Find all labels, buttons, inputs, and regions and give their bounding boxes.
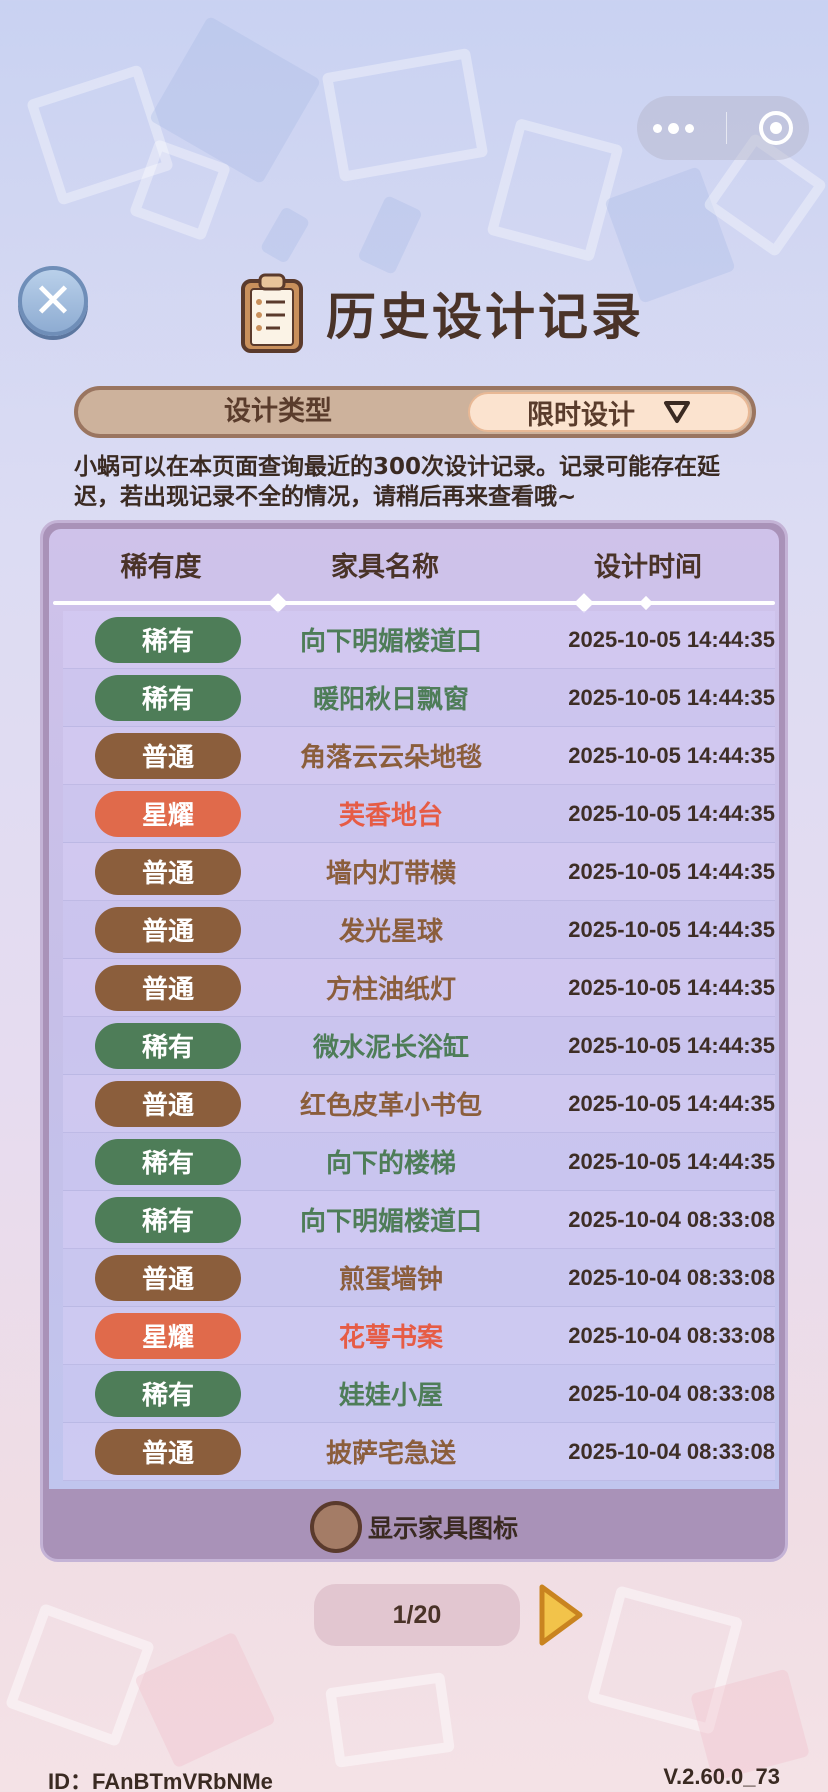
next-arrow-icon[interactable] [536,1582,586,1648]
furniture-name: 向下明媚楼道口 [299,627,482,657]
table-row: 稀有 向下的楼梯 2025-10-05 14:44:35 [63,1133,775,1191]
furniture-name: 煎蛋墙钟 [338,1265,443,1295]
furniture-name: 向下的楼梯 [325,1149,456,1179]
furniture-name: 方柱油纸灯 [325,975,456,1005]
design-time: 2025-10-05 14:44:35 [568,1148,775,1174]
rarity-badge: 星耀 [95,790,241,837]
furniture-name: 墙内灯带横 [325,859,456,889]
header-rarity: 稀有度 [120,551,202,583]
close-button[interactable]: ✕ [18,266,88,336]
furniture-name: 发光星球 [338,917,443,947]
design-time: 2025-10-05 14:44:35 [568,626,775,652]
rarity-badge: 稀有 [95,1022,241,1069]
rarity-badge: 普通 [95,848,241,895]
furniture-name: 暖阳秋日飘窗 [312,685,469,715]
notice-text: 小蜗可以在本页面查询最近的300次设计记录。记录可能存在延迟，若出现记录不全的情… [74,454,721,510]
rarity-badge: 稀有 [95,1196,241,1243]
rarity-badge: 稀有 [95,1370,241,1417]
header-name: 家具名称 [331,551,439,583]
table-row: 普通 墙内灯带横 2025-10-05 14:44:35 [63,843,775,901]
rarity-badge: 稀有 [95,1138,241,1185]
design-time: 2025-10-04 08:33:08 [568,1438,775,1464]
design-time: 2025-10-05 14:44:35 [568,858,775,884]
dropdown-triangle-icon [664,401,690,423]
design-time: 2025-10-04 08:33:08 [568,1380,775,1406]
background-decoration [357,194,423,276]
mini-program-capsule [637,96,809,160]
background-decoration [4,1602,156,1748]
table-row: 稀有 娃娃小屋 2025-10-04 08:33:08 [63,1365,775,1423]
design-time: 2025-10-05 14:44:35 [568,684,775,710]
design-time: 2025-10-04 08:33:08 [568,1264,775,1290]
page-header: 历史设计记录 [240,272,644,354]
header-divider [53,601,775,605]
rarity-badge: 普通 [95,906,241,953]
rarity-badge: 普通 [95,964,241,1011]
page-indicator: 1/20 [314,1584,520,1646]
furniture-name: 花萼书案 [338,1323,443,1353]
background-decoration [325,1672,455,1768]
background-decoration [486,117,624,263]
design-type-selector: 设计类型 限时设计 [74,386,756,438]
rarity-badge: 普通 [95,1428,241,1475]
design-time: 2025-10-05 14:44:35 [568,1090,775,1116]
show-icons-label: 显示家具图标 [367,1514,518,1543]
design-type-label: 设计类型 [224,396,332,427]
records-panel: 稀有度 家具名称 设计时间 稀有 向下明媚楼道口 2025-10-05 14:44:… [40,520,788,1562]
table-row: 普通 披萨宅急送 2025-10-04 08:33:08 [63,1423,775,1481]
design-time: 2025-10-05 14:44:35 [568,1032,775,1058]
table-header: 稀有度 家具名称 设计时间 [49,529,779,599]
table-body: 稀有 向下明媚楼道口 2025-10-05 14:44:35 稀有 暖阳秋日飘窗 2025… [63,611,775,1481]
header-time: 设计时间 [594,551,702,583]
design-time: 2025-10-05 14:44:35 [568,742,775,768]
rarity-badge: 普通 [95,1080,241,1127]
background-decoration [259,205,311,265]
table-row: 普通 煎蛋墙钟 2025-10-04 08:33:08 [63,1249,775,1307]
design-type-value: 限时设计 [527,399,635,431]
records-table: 稀有度 家具名称 设计时间 稀有 向下明媚楼道口 2025-10-05 14:44:… [49,529,779,1489]
design-time: 2025-10-05 14:44:35 [568,974,775,1000]
furniture-name: 披萨宅急送 [325,1439,456,1469]
furniture-name: 芙香地台 [338,801,443,831]
close-icon: ✕ [32,273,74,329]
table-row: 星耀 花萼书案 2025-10-04 08:33:08 [63,1307,775,1365]
furniture-name: 娃娃小屋 [338,1381,443,1411]
table-row: 稀有 微水泥长浴缸 2025-10-05 14:44:35 [63,1017,775,1075]
table-row: 普通 角落云云朵地毯 2025-10-05 14:44:35 [63,727,775,785]
design-time: 2025-10-04 08:33:08 [568,1322,775,1348]
table-row: 稀有 向下明媚楼道口 2025-10-04 08:33:08 [63,1191,775,1249]
design-time: 2025-10-04 08:33:08 [568,1206,775,1232]
rarity-badge: 普通 [95,732,241,779]
furniture-name: 红色皮革小书包 [299,1091,482,1121]
rarity-badge: 稀有 [95,616,241,663]
design-time: 2025-10-05 14:44:35 [568,916,775,942]
table-row: 星耀 芙香地台 2025-10-05 14:44:35 [63,785,775,843]
capsule-divider [726,112,727,144]
furniture-name: 角落云云朵地毯 [299,743,482,773]
page-title: 历史设计记录 [326,288,644,346]
show-icons-toggle[interactable] [309,1501,362,1553]
table-row: 稀有 暖阳秋日飘窗 2025-10-05 14:44:35 [63,669,775,727]
panel-footer: 显示家具图标 [43,1489,785,1559]
table-row: 普通 方柱油纸灯 2025-10-05 14:44:35 [63,959,775,1017]
table-row: 普通 发光星球 2025-10-05 14:44:35 [63,901,775,959]
rarity-badge: 普通 [95,1254,241,1301]
background-decoration [321,47,489,183]
table-row: 稀有 向下明媚楼道口 2025-10-05 14:44:35 [63,611,775,669]
target-icon[interactable] [759,111,793,145]
design-time: 2025-10-05 14:44:35 [568,800,775,826]
user-id: ID：FAnBTmVRbNMe [48,1769,273,1792]
clipboard-icon [240,272,306,354]
design-type-dropdown[interactable]: 限时设计 [468,392,750,432]
rarity-badge: 星耀 [95,1312,241,1359]
more-dots-icon[interactable] [653,122,694,134]
rarity-badge: 稀有 [95,674,241,721]
furniture-name: 向下明媚楼道口 [299,1207,482,1237]
furniture-name: 微水泥长浴缸 [312,1033,469,1063]
version-label: V.2.60.0_73 [663,1764,780,1789]
table-row: 普通 红色皮革小书包 2025-10-05 14:44:35 [63,1075,775,1133]
background-decoration [134,1631,276,1769]
